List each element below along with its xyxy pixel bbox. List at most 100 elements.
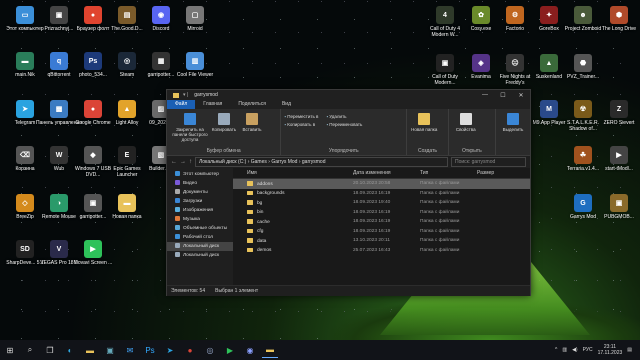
select-button[interactable]: Выделить bbox=[499, 111, 527, 155]
search-icon[interactable]: ⌕ bbox=[22, 343, 38, 357]
tray-chevron-icon[interactable]: ^ bbox=[555, 347, 557, 353]
movavi-icon[interactable]: ▶ bbox=[222, 343, 238, 357]
minimize-button[interactable]: — bbox=[476, 92, 494, 99]
volume-icon[interactable]: ◀) bbox=[572, 347, 578, 353]
nav-item[interactable]: Музыка bbox=[167, 215, 233, 224]
search-placeholder: Поиск: garrysmod bbox=[455, 159, 496, 165]
nav-item[interactable]: Рабочий стол bbox=[167, 233, 233, 242]
nav-item[interactable]: Локальный диск bbox=[167, 251, 233, 260]
nav-item-icon bbox=[175, 216, 180, 221]
explorer-titlebar[interactable]: ▾ | garrysmod — ☐ ✕ bbox=[167, 90, 530, 100]
desktop-icon-image: V bbox=[50, 240, 68, 258]
window-title: garrysmod bbox=[194, 92, 218, 98]
file-date: 18.09.2023 16:19 bbox=[353, 219, 391, 225]
clipboard-group: Закрепить на панели быстрого доступа Коп… bbox=[167, 109, 282, 155]
file-explorer-window[interactable]: ▾ | garrysmod — ☐ ✕ Файл Главная Поделит… bbox=[166, 89, 531, 296]
tab-home[interactable]: Главная bbox=[195, 100, 230, 109]
steam-icon[interactable]: ◎ bbox=[202, 343, 218, 357]
up-arrow-icon[interactable]: ↑ bbox=[189, 159, 192, 165]
language-indicator[interactable]: РУС bbox=[583, 347, 593, 353]
desktop-icon-image: SD bbox=[16, 240, 34, 258]
active-explorer-icon[interactable]: ▬ bbox=[262, 343, 278, 358]
folder-icon bbox=[247, 238, 253, 243]
chrome-icon[interactable]: ● bbox=[182, 343, 198, 357]
nav-item[interactable]: Изображения bbox=[167, 206, 233, 215]
desktop-icon[interactable]: Z ZERO Sievert bbox=[596, 100, 640, 140]
edge-icon[interactable]: ◐ bbox=[62, 343, 78, 357]
desktop-icon-label: PVZ_Trainer... bbox=[566, 74, 600, 80]
nav-item-icon bbox=[175, 207, 180, 212]
move-to-button[interactable]: Переместить в bbox=[284, 113, 318, 121]
file-row[interactable]: demos 25.07.2023 16:43 Папка с файлами bbox=[233, 246, 530, 256]
desktop-icon-image: ⬢ bbox=[610, 6, 628, 24]
network-icon[interactable]: ▥ bbox=[562, 347, 567, 353]
nav-item[interactable]: Локальный диск bbox=[167, 242, 233, 251]
desktop-icon[interactable]: ▢ Mirroid bbox=[172, 6, 218, 46]
file-name: data bbox=[257, 238, 267, 244]
close-button[interactable]: ✕ bbox=[512, 92, 530, 99]
search-input[interactable]: Поиск: garrysmod bbox=[451, 157, 526, 167]
file-row[interactable]: bin 18.09.2023 16:19 Папка с файлами bbox=[233, 208, 530, 218]
desktop-icon-image: ▭ bbox=[16, 6, 34, 24]
system-tray: ^ ▥ ◀) РУС 23:11 17.11.2023 ▤ bbox=[555, 344, 640, 356]
forward-arrow-icon[interactable]: → bbox=[180, 159, 186, 165]
rename-button[interactable]: Переименовать bbox=[326, 121, 362, 129]
desktop-icon[interactable]: ▣ PUBGMOB... bbox=[596, 194, 640, 234]
desktop-icon[interactable]: ⬣ PVZ_Trainer... bbox=[560, 54, 606, 94]
delete-button[interactable]: Удалить bbox=[326, 113, 362, 121]
desktop-icon-image: Z bbox=[610, 100, 628, 118]
column-date[interactable]: Дата изменения bbox=[353, 170, 420, 176]
telegram-icon[interactable]: ➤ bbox=[162, 343, 178, 357]
tab-view[interactable]: Вид bbox=[274, 100, 299, 109]
desktop-icon-label: Cool File Viewer bbox=[176, 72, 214, 78]
nav-item[interactable]: Загрузки bbox=[167, 197, 233, 206]
back-arrow-icon[interactable]: ← bbox=[171, 159, 177, 165]
desktop-icon-image: 4 bbox=[436, 6, 454, 24]
nav-item[interactable]: Этот компьютер bbox=[167, 170, 233, 179]
folder-icon bbox=[247, 219, 253, 224]
column-size[interactable]: Размер bbox=[477, 170, 507, 176]
maximize-button[interactable]: ☐ bbox=[494, 92, 512, 99]
file-row[interactable]: addons 20.10.2023 20:58 Папка с файлами bbox=[233, 179, 530, 189]
nav-item-label: Видео bbox=[183, 181, 198, 186]
file-list[interactable]: Имя Дата изменения Тип Размер addons 20.1… bbox=[233, 168, 530, 285]
desktop-icon[interactable]: ▥ Cool File Viewer bbox=[172, 52, 218, 92]
file-name-cell: cfg bbox=[233, 228, 353, 234]
photoshop-icon[interactable]: Ps bbox=[142, 343, 158, 357]
desktop-icon-image: ▥ bbox=[186, 52, 204, 70]
address-bar[interactable]: Локальный диск (C:) › Games › Garrys Mod… bbox=[195, 157, 448, 167]
file-row[interactable]: bg 18.09.2023 19:40 Папка с файлами bbox=[233, 198, 530, 208]
desktop-icon-image: ☹ bbox=[506, 54, 524, 72]
nav-item-icon bbox=[175, 198, 180, 203]
nav-item[interactable]: Объемные объекты bbox=[167, 224, 233, 233]
copy-to-button[interactable]: Копировать в bbox=[284, 121, 318, 129]
column-name[interactable]: Имя bbox=[233, 170, 353, 176]
clock[interactable]: 23:11 17.11.2023 bbox=[598, 344, 623, 356]
tab-share[interactable]: Поделиться bbox=[230, 100, 274, 109]
desktop-icon[interactable]: ▶ Movavi Screen ... bbox=[70, 240, 116, 280]
store-icon[interactable]: ▣ bbox=[102, 343, 118, 357]
start-windows-icon[interactable]: ⊞ bbox=[2, 343, 18, 357]
desktop-icon[interactable]: ▬ Новая папка bbox=[104, 194, 150, 234]
desktop-icon[interactable]: ▶ start-tModl... bbox=[596, 146, 640, 186]
notifications-icon[interactable]: ▤ bbox=[627, 347, 632, 353]
file-explorer-icon[interactable]: ▬ bbox=[82, 343, 98, 357]
nav-item[interactable]: Видео bbox=[167, 179, 233, 188]
file-name: demos bbox=[257, 248, 272, 253]
file-row[interactable]: backgrounds 18.09.2023 16:19 Папка с файла… bbox=[233, 189, 530, 199]
file-row[interactable]: cfg 18.09.2023 16:19 Папка с файлами bbox=[233, 227, 530, 237]
discord-icon[interactable]: ◉ bbox=[242, 343, 258, 357]
column-type[interactable]: Тип bbox=[420, 170, 477, 176]
desktop-icon[interactable]: ⬢ The Long Drive bbox=[596, 6, 640, 46]
mail-icon[interactable]: ✉ bbox=[122, 343, 138, 357]
desktop-icon-image: ● bbox=[84, 100, 102, 118]
task-view-icon[interactable]: ❐ bbox=[42, 343, 58, 357]
navigation-pane[interactable]: Этот компьютер Видео Документы Загрузки Изоб… bbox=[167, 168, 233, 285]
file-row[interactable]: cache 18.09.2023 16:19 Папка с файлами bbox=[233, 217, 530, 227]
file-name-cell: addons bbox=[233, 181, 353, 187]
quick-access-toolbar-icon[interactable]: ▾ | bbox=[183, 92, 188, 98]
file-row[interactable]: data 13.10.2023 20:11 Папка с файлами bbox=[233, 236, 530, 246]
tab-file[interactable]: Файл bbox=[167, 100, 196, 109]
copy-label: Копировать bbox=[211, 127, 237, 132]
nav-item[interactable]: Документы bbox=[167, 188, 233, 197]
